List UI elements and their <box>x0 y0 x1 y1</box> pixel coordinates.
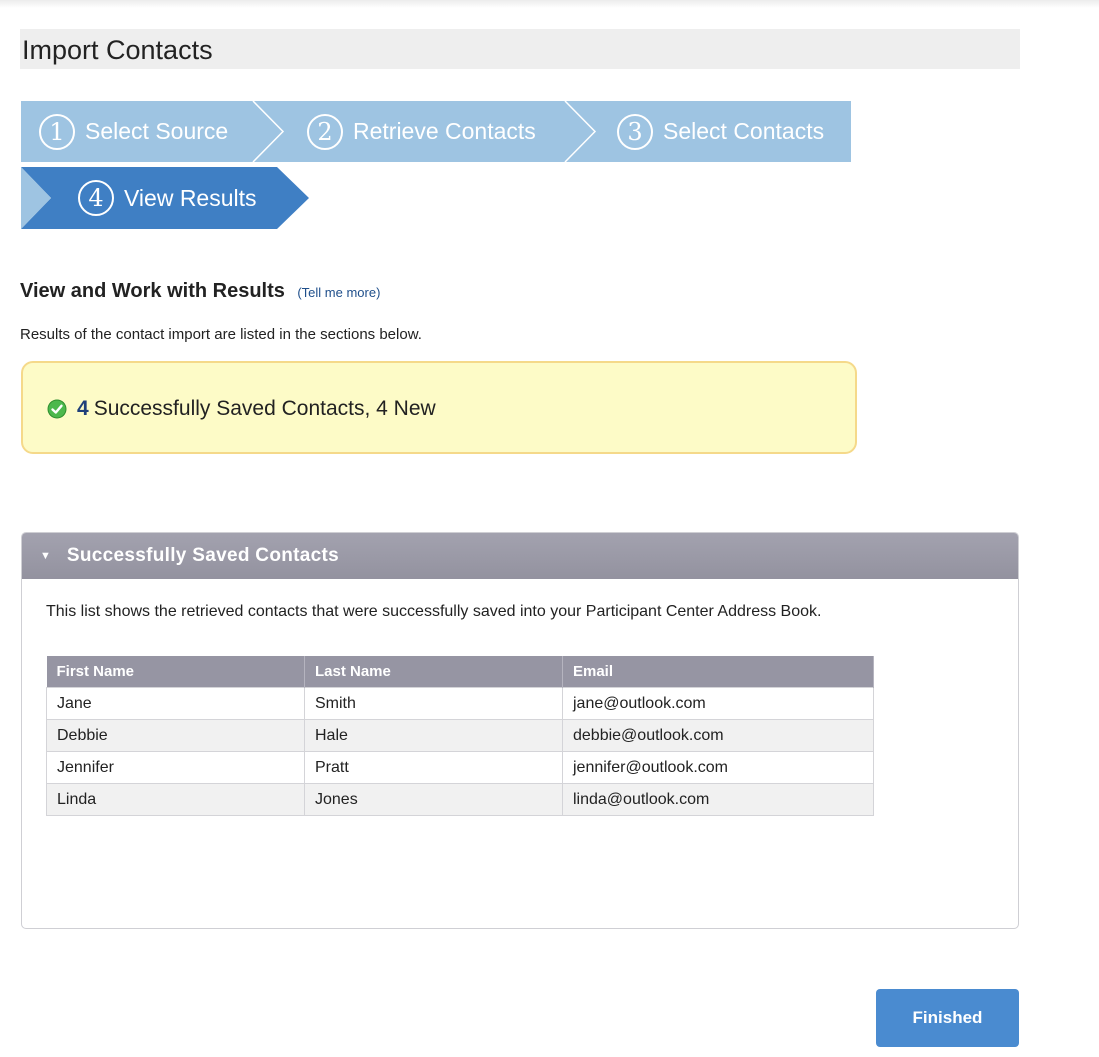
cell-first-name: Jennifer <box>46 751 305 784</box>
results-description: Results of the contact import are listed… <box>20 326 422 343</box>
cell-last-name: Hale <box>304 719 563 752</box>
results-title: View and Work with Results <box>20 280 285 302</box>
check-circle-icon <box>47 399 67 419</box>
step-chevron-icon <box>564 101 597 162</box>
step-label: Retrieve Contacts <box>353 118 536 144</box>
cell-email: debbie@outlook.com <box>562 719 874 752</box>
step-label: View Results <box>124 184 257 211</box>
cell-last-name: Jones <box>304 783 563 816</box>
cell-email: jane@outlook.com <box>562 687 874 720</box>
wizard-step-4-content: 4 View Results <box>78 167 257 229</box>
table-header-row: First Name Last Name Email <box>46 656 874 688</box>
finished-button[interactable]: Finished <box>876 989 1019 1047</box>
cell-first-name: Jane <box>46 687 305 720</box>
cell-last-name: Pratt <box>304 751 563 784</box>
top-shade <box>0 0 1099 8</box>
contacts-table: First Name Last Name Email Jane Smith ja… <box>46 656 874 816</box>
wizard-steps: 1 Select Source 2 Retrieve Contacts 3 Se… <box>21 101 851 162</box>
status-line: 4 Successfully Saved Contacts, 4 New <box>47 397 436 421</box>
table-row: Debbie Hale debbie@outlook.com <box>46 719 874 752</box>
wizard-step-3[interactable]: 3 Select Contacts <box>617 101 824 162</box>
wizard-step-2[interactable]: 2 Retrieve Contacts <box>307 101 536 162</box>
cell-last-name: Smith <box>304 687 563 720</box>
status-count: 4 <box>77 397 89 420</box>
cell-first-name: Debbie <box>46 719 305 752</box>
step-number-icon: 1 <box>39 113 75 150</box>
table-row: Jennifer Pratt jennifer@outlook.com <box>46 751 874 784</box>
wizard-step-4[interactable]: 4 View Results <box>21 167 311 229</box>
tell-me-more-link[interactable]: (Tell me more) <box>297 285 380 300</box>
table-row: Jane Smith jane@outlook.com <box>46 687 874 720</box>
column-header-first-name: First Name <box>46 656 305 688</box>
panel-title: Successfully Saved Contacts <box>66 545 339 566</box>
page-title: Import Contacts <box>22 35 213 65</box>
status-message: 4 Successfully Saved Contacts, 4 New <box>21 361 857 454</box>
step-chevron-icon <box>252 101 285 162</box>
column-header-last-name: Last Name <box>304 656 563 688</box>
cell-first-name: Linda <box>46 783 305 816</box>
step-number-icon: 2 <box>307 113 343 150</box>
results-heading: View and Work with Results (Tell me more… <box>20 280 380 303</box>
wizard-step-1[interactable]: 1 Select Source <box>39 101 228 162</box>
panel-header[interactable]: ▼ Successfully Saved Contacts <box>22 533 1018 579</box>
status-text: Successfully Saved Contacts, 4 New <box>93 397 436 420</box>
table-row: Linda Jones linda@outlook.com <box>46 783 874 816</box>
step-number-icon: 3 <box>617 113 653 150</box>
cell-email: jennifer@outlook.com <box>562 751 874 784</box>
step-label: Select Contacts <box>663 118 825 144</box>
column-header-email: Email <box>562 656 874 688</box>
title-bar: Import Contacts <box>20 29 1020 69</box>
cell-email: linda@outlook.com <box>562 783 874 816</box>
step-number-icon: 4 <box>78 180 114 216</box>
step-label: Select Source <box>85 118 229 144</box>
saved-contacts-panel: ▼ Successfully Saved Contacts This list … <box>21 532 1019 929</box>
caret-down-icon: ▼ <box>40 550 51 562</box>
panel-description: This list shows the retrieved contacts t… <box>46 603 822 620</box>
